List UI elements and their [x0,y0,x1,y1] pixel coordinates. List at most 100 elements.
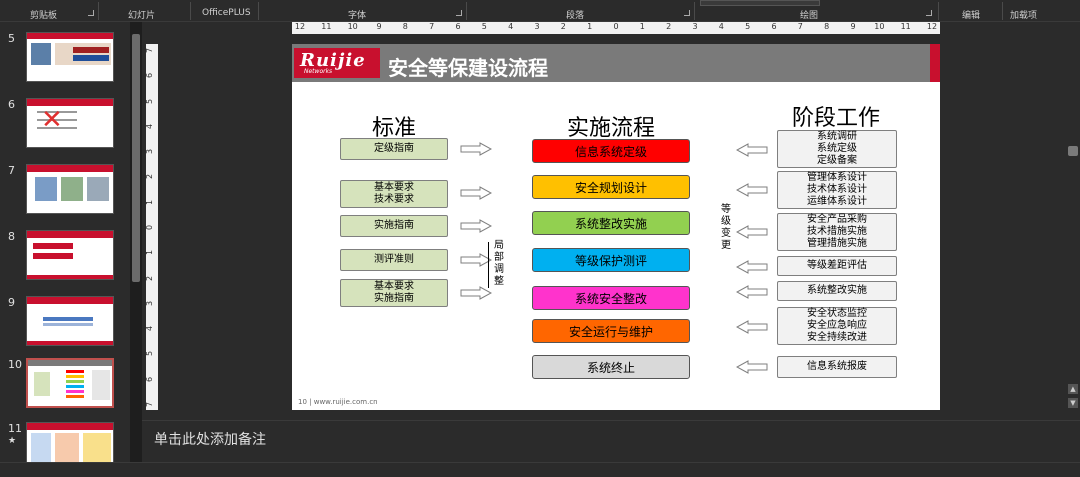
stage-work-box[interactable]: 管理体系设计 技术体系设计 运维体系设计 [777,171,897,209]
stage-work-box[interactable]: 安全产品采购 技术措施实施 管理措施实施 [777,213,897,251]
ribbon-group-font: 字体 [348,11,367,21]
stage-work-line: 运维体系设计 [807,196,867,207]
font-launcher-icon[interactable] [456,10,462,16]
slide-number: 9 [8,296,15,309]
slide-number: 10 [8,358,22,371]
slide-preview [26,230,114,280]
process-step[interactable]: 系统整改实施 [532,211,690,235]
slide-thumbnail-5[interactable]: 5 [0,32,130,87]
ruler-tick-label: 1 [145,199,155,205]
slide-thumbnail-pane: 5 6 ✕ 7 8 9 10 11 ★ [0,22,130,474]
stage-work-box[interactable]: 系统整改实施 [777,281,897,301]
ruler-tick-label: 10 [347,22,358,31]
ribbon-separator [98,2,99,20]
process-step-label: 信息系统定级 [574,144,647,159]
left-arrow-icon [736,225,768,239]
standard-box[interactable]: 实施指南 [340,215,448,237]
process-step[interactable]: 信息系统定级 [532,139,690,163]
ruler-tick-label: 8 [402,22,408,31]
ribbon-separator [938,2,939,20]
ruler-tick-label: 7 [797,22,803,31]
ribbon-separator [258,2,259,20]
process-step[interactable]: 安全运行与维护 [532,319,690,343]
clipboard-launcher-icon[interactable] [88,10,94,16]
ruler-tick-label: 5 [145,351,155,357]
level-change-label: 等级变更 [721,204,731,251]
thumbnail-scrollbar[interactable] [130,22,142,474]
ribbon-group-drawing: 绘图 [800,11,819,21]
ruler-tick-label: 9 [850,22,856,31]
process-step[interactable]: 系统终止 [532,355,690,379]
stage-work-box[interactable]: 信息系统报废 [777,356,897,378]
left-arrow-icon [736,143,768,157]
standard-box[interactable]: 基本要求 技术要求 [340,180,448,208]
process-step-label: 系统安全整改 [574,291,647,306]
ruler-tick-label: 11 [900,22,911,31]
stage-work-line: 管理措施实施 [807,238,867,249]
notes-pane[interactable]: 单击此处添加备注 [142,420,1080,460]
next-slide-icon[interactable]: ▼ [1068,398,1078,408]
standard-line: 实施指南 [374,293,414,304]
ribbon-font-box[interactable] [700,0,820,6]
slide-header-bar: Ruijie Networks 安全等保建设流程 [292,44,940,82]
slide-number: 6 [8,98,15,111]
ribbon-separator [190,2,191,20]
stage-work-line: 技术体系设计 [807,184,867,195]
prev-slide-icon[interactable]: ▲ [1068,384,1078,394]
process-step-label: 系统终止 [586,360,635,375]
slide-footer: 10 | www.ruijie.com.cn [298,398,378,406]
ribbon-group-officeplus: OfficePLUS [202,8,251,18]
drawing-launcher-icon[interactable] [926,10,932,16]
ruler-tick-label: 4 [508,22,514,31]
standard-line: 基本要求 [374,281,414,292]
ribbon: 剪贴板 幻灯片 OfficePLUS 字体 段落 绘图 编辑 加载项 [0,0,1080,22]
slide-thumbnail-9[interactable]: 9 [0,296,130,351]
slide-thumbnail-6[interactable]: 6 ✕ [0,98,130,153]
slide-thumbnail-7[interactable]: 7 [0,164,130,219]
paragraph-launcher-icon[interactable] [684,10,690,16]
stage-work-line: 安全状态监控 [807,308,867,319]
ruler-tick-label: 4 [718,22,724,31]
left-arrow-icon [736,320,768,334]
slide-title: 安全等保建设流程 [388,56,548,80]
slide-canvas[interactable]: Ruijie Networks 安全等保建设流程 标准 实施流程 阶段工作 定级… [292,44,940,410]
stage-work-line: 定级备案 [817,155,857,166]
slide-thumbnail-10[interactable]: 10 [0,358,130,413]
stage-work-box[interactable]: 安全状态监控 安全应急响应 安全持续改进 [777,307,897,345]
column-title-work: 阶段工作 [792,106,881,131]
scrollbar-thumb[interactable] [1068,146,1078,156]
slide-preview-selected [26,358,114,408]
ruler-tick-label: 4 [145,123,155,129]
process-step[interactable]: 安全规划设计 [532,175,690,199]
standard-box[interactable]: 测评准则 [340,249,448,271]
left-arrow-icon [736,360,768,374]
stage-work-box[interactable]: 系统调研 系统定级 定级备案 [777,130,897,168]
right-arrow-icon [460,286,492,300]
left-arrow-icon [736,260,768,274]
ruler-tick-label: 8 [824,22,830,31]
process-step[interactable]: 系统安全整改 [532,286,690,310]
left-arrow-icon [736,285,768,299]
ribbon-separator [1002,2,1003,20]
animation-star-icon: ★ [8,436,17,446]
right-arrow-icon [460,219,492,233]
stage-work-line: 系统调研 [817,131,857,142]
standard-box[interactable]: 定级指南 [340,138,448,160]
slide-preview [26,164,114,214]
delete-mark-icon: ✕ [41,105,63,135]
ribbon-group-addins: 加载项 [1010,11,1038,21]
standard-line: 定级指南 [374,143,414,154]
editor-scrollbar[interactable]: ▲ ▼ [1066,22,1080,420]
scrollbar-thumb[interactable] [132,34,140,282]
ruler-tick-label: 12 [926,22,938,31]
standard-box[interactable]: 基本要求 实施指南 [340,279,448,307]
process-step-label: 等级保护测评 [574,253,647,268]
slide-preview [26,32,114,82]
ruler-tick-label: 12 [294,22,306,31]
slide-thumbnail-8[interactable]: 8 [0,230,130,285]
process-step-label: 系统整改实施 [574,216,647,231]
ruler-tick-label: 2 [666,22,672,31]
process-step[interactable]: 等级保护测评 [532,248,690,272]
ruler-tick-label: 0 [613,22,619,31]
stage-work-box[interactable]: 等级差距评估 [777,256,897,276]
